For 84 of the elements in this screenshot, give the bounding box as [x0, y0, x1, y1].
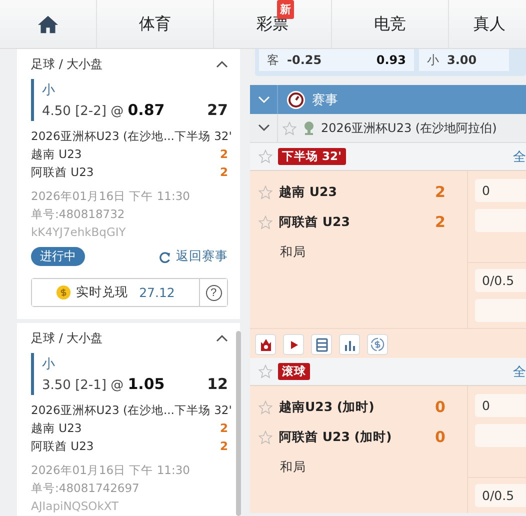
team-score: 2 — [435, 183, 446, 201]
team-score: 2 — [435, 213, 446, 231]
odds-cell[interactable]: 0 — [475, 394, 526, 417]
redo-icon — [158, 250, 171, 262]
coin-icon — [56, 285, 72, 300]
ticket-number: 单号:480818732 — [31, 206, 126, 223]
chevron-icon — [258, 124, 270, 132]
status-badge: 进行中 — [31, 247, 85, 266]
ticket-code: AJIapiNQSOkXT — [31, 498, 120, 515]
chevron-icon — [258, 96, 270, 104]
ticket-code: kK4YJ7ehkBqGIY — [31, 224, 127, 241]
market-label: 足球 / 大小盘 — [31, 330, 103, 346]
team-name: 阿联酋 U23 (加时) — [279, 428, 393, 446]
tool-button[interactable] — [311, 334, 332, 355]
trophy-icon — [303, 120, 315, 136]
full-time-link[interactable]: 全 — [513, 148, 526, 166]
market-label: 足球 / 大小盘 — [31, 56, 103, 72]
collapse-button[interactable] — [216, 334, 228, 342]
bet-line: 3.50 [2-1] @ 1.05 — [42, 375, 165, 393]
team-score: 0 — [435, 398, 446, 416]
team-name: 越南 U23 — [31, 420, 82, 437]
team-name: 越南U23 (加时) — [279, 398, 376, 416]
stake-value: 27 — [207, 101, 228, 119]
full-time-link[interactable]: 全 — [513, 362, 526, 380]
nav-tab[interactable]: 电竞 — [332, 0, 449, 48]
draw-label: 和局 — [280, 243, 307, 261]
help-button[interactable]: ? — [199, 279, 227, 306]
star-icon[interactable] — [282, 120, 297, 136]
odds-cell[interactable]: 小 3.00 — [419, 49, 509, 71]
new-badge: 新 — [277, 0, 294, 19]
star-icon[interactable] — [258, 149, 273, 164]
chevron-icon — [216, 60, 228, 68]
league-text: 2026亚洲杯U23 (在沙地... — [31, 402, 174, 419]
back-link[interactable]: 返回赛事 — [158, 248, 228, 265]
tool-button[interactable] — [367, 334, 388, 355]
team-name: 阿联酋 U23 — [31, 438, 94, 455]
stopwatch-icon — [286, 90, 306, 110]
star-icon[interactable] — [258, 430, 273, 444]
play-icon — [288, 340, 298, 350]
team-score: 0 — [435, 428, 446, 446]
flame-icon — [258, 338, 272, 352]
team-score: 2 — [220, 438, 228, 455]
team-name: 越南 U23 — [31, 146, 82, 163]
bet-date: 2026年01月16日 下午 11:30 — [31, 188, 191, 205]
nav-tab[interactable]: 真人 — [449, 0, 526, 48]
chevron-icon — [216, 334, 228, 342]
bar-chart-icon — [344, 338, 356, 350]
team-score: 2 — [220, 146, 228, 163]
draw-label: 和局 — [280, 458, 307, 476]
star-icon[interactable] — [258, 184, 273, 200]
odds-cell[interactable]: 0/0.5 — [475, 269, 526, 292]
coin-icon — [370, 337, 385, 352]
bet-date: 2026年01月16日 下午 11:30 — [31, 462, 191, 479]
collapse-button[interactable] — [216, 60, 228, 68]
league-text: 2026亚洲杯U23 (在沙地... — [31, 128, 174, 145]
team-score: 2 — [220, 420, 228, 437]
odds-cell[interactable]: 0 — [475, 179, 526, 202]
pick-label: 小 — [42, 82, 56, 99]
status-badge: 滚球 — [278, 363, 310, 380]
period-text: 下半场 32' — [174, 402, 232, 419]
team-name: 阿联酋 U23 — [31, 164, 94, 181]
team-name: 越南 U23 — [279, 184, 338, 200]
period-text: 下半场 32' — [174, 128, 232, 145]
team-score: 2 — [220, 164, 228, 181]
odds-cell[interactable]: 客 -0.25 0.93 — [259, 49, 414, 71]
ticket-number: 单号:48081742697 — [31, 480, 140, 497]
league-name: 2026亚洲杯U23 (在沙地阿拉伯) — [321, 120, 497, 136]
star-icon[interactable] — [258, 400, 273, 414]
home-icon — [37, 14, 59, 34]
section-title: 赛事 — [312, 92, 338, 108]
team-name: 阿联酋 U23 — [279, 214, 351, 230]
bet-line: 4.50 [2-2] @ 0.87 — [42, 101, 165, 119]
nav-tab[interactable]: 体育 — [97, 0, 214, 48]
odds-cell[interactable]: 0/0.5 — [475, 484, 526, 507]
stake-value: 12 — [207, 375, 228, 393]
pick-label: 小 — [42, 356, 56, 373]
star-icon[interactable] — [258, 214, 273, 230]
star-icon[interactable] — [258, 364, 273, 379]
tool-button[interactable] — [255, 334, 276, 355]
tool-button[interactable] — [283, 334, 304, 355]
tool-button[interactable] — [339, 334, 360, 355]
scrollbar[interactable] — [236, 331, 241, 516]
status-badge: 下半场 32' — [278, 148, 346, 165]
list-icon — [316, 338, 328, 352]
